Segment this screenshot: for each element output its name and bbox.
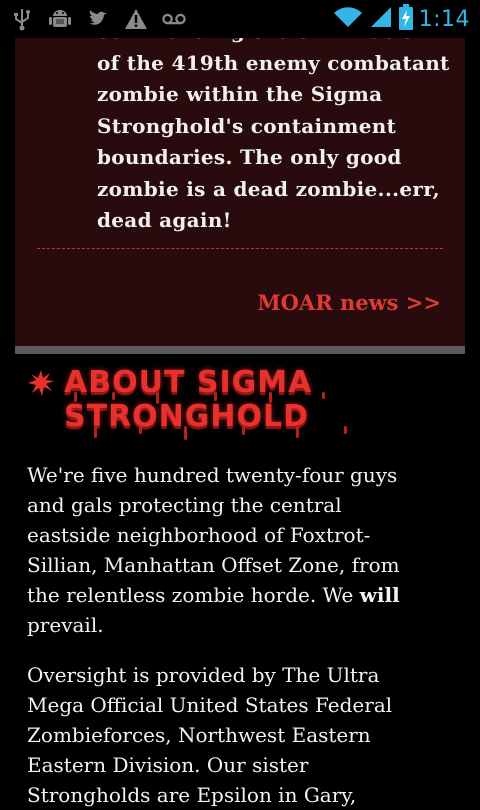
para-line: Oversight is provided by The Ultra (27, 663, 380, 687)
news-line: zombie is a dead zombie...err, (97, 176, 440, 201)
signal-icon (369, 5, 393, 33)
status-bar: 1:14 (0, 0, 480, 38)
para-line: prevail. (27, 613, 104, 637)
news-line: Stronghold's containment (97, 113, 397, 138)
news-card: commending the elimination of the 419th … (15, 19, 465, 348)
battery-charging-icon (398, 4, 413, 34)
about-paragraph-1: We're five hundred twenty-four guys and … (27, 460, 467, 640)
para-line: Eastern Division. Our sister (27, 753, 309, 777)
news-line: zombie within the Sigma (97, 82, 383, 106)
section-divider (15, 346, 465, 354)
emphasis-word: will (359, 583, 400, 607)
para-line: eastside neighborhood of Foxtrot- (27, 523, 371, 547)
para-line: Zombieforces, Northwest Eastern (27, 723, 371, 747)
more-news-link[interactable]: MOAR news >> (257, 290, 441, 315)
clock: 1:14 (418, 6, 470, 32)
system-icons: 1:14 (333, 4, 470, 34)
para-line: We're five hundred twenty-four guys (27, 463, 398, 487)
para-line-text: the relentless zombie horde. We (27, 583, 360, 607)
burst-icon (28, 370, 54, 396)
wifi-icon (333, 5, 363, 33)
para-line: and gals protecting the central (27, 493, 342, 517)
dashed-divider (37, 248, 443, 249)
warning-icon (124, 7, 148, 31)
news-line: boundaries. The only good (97, 145, 402, 169)
para-line: Strongholds are Epsilon in Gary, (27, 783, 357, 807)
twitter-icon (86, 7, 110, 31)
para-line: Sillian, Manhattan Offset Zone, from (27, 553, 400, 577)
about-paragraph-2: Oversight is provided by The Ultra Mega … (27, 660, 467, 810)
para-line: Mega Official United States Federal (27, 693, 393, 717)
notification-icons (10, 7, 186, 31)
news-excerpt: commending the elimination of the 419th … (97, 16, 457, 237)
para-line-with-emphasis: the relentless zombie horde. We will (27, 580, 467, 610)
usb-icon (10, 7, 34, 31)
voicemail-icon (162, 7, 186, 31)
android-debug-icon (48, 7, 72, 31)
news-line: dead again! (97, 208, 232, 232)
news-line: of the 419th enemy combatant (97, 50, 450, 75)
blood-drips (74, 392, 347, 440)
